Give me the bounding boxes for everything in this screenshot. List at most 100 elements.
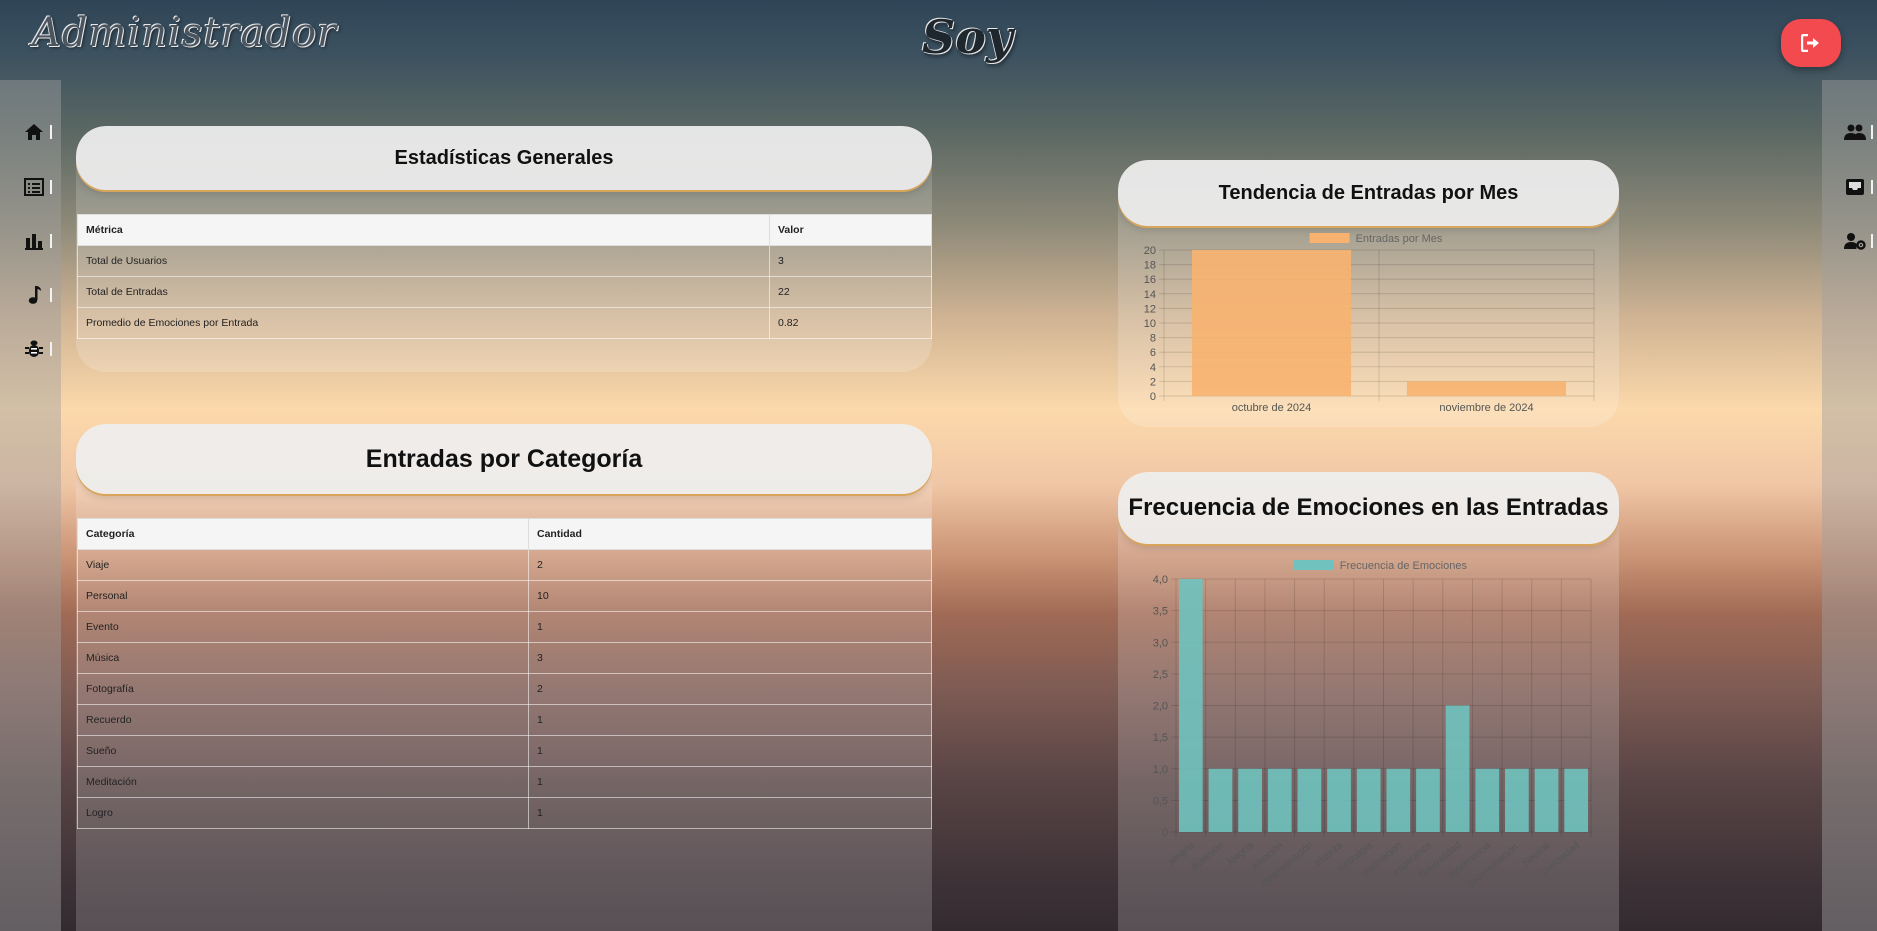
column-header: Valor [769,214,932,246]
category-cell: Sueño [77,735,529,767]
users-icon [1844,124,1866,140]
bar [1386,768,1411,832]
count-cell: 1 [528,735,932,767]
bar [1327,768,1351,832]
right-sidebar [1822,80,1877,931]
bar [1445,705,1470,832]
count-cell: 1 [528,797,932,829]
y-tick-label: 10 [1144,318,1156,330]
music-note-icon [28,286,41,304]
table-row: Música 3 [77,642,932,674]
category-cell: Evento [77,611,529,643]
brand-logo: Administrador [32,10,338,56]
table-row: Total de Usuarios 3 [77,245,932,277]
table-row: Evento 1 [77,611,932,643]
category-card: Entradas por Categoría Categoría Cantida… [76,424,932,931]
monthly-trend-chart: Entradas por Mes 0 2 4 6 8 10 12 14 16 18 20 octubre… [1144,233,1595,414]
nav-bug-reports[interactable] [16,331,52,367]
general-stats-table: Métrica Valor Total de Usuarios 3 Total d… [77,214,932,339]
table-row: Recuerdo 1 [77,704,932,736]
monthly-trend-title: Tendencia de Entradas por Mes [1118,160,1619,226]
legend-swatch [1309,233,1350,243]
column-header: Métrica [77,214,770,246]
y-tick-label: 0,5 [1153,795,1168,807]
category-cell: Personal [77,580,529,612]
emotions-chart: Frecuencia de Emociones 0 0,5 1,0 1,5 2,0 2,5 3… [1153,560,1592,890]
y-tick-label: 12 [1144,303,1156,315]
nav-statistics[interactable] [16,223,52,259]
y-tick-label: 18 [1144,260,1156,272]
category-cell: Recuerdo [77,704,529,736]
logout-button[interactable] [1781,19,1841,67]
y-tick-label: 8 [1150,333,1156,345]
logout-icon [1801,34,1819,52]
bar [1564,768,1589,832]
general-stats-card: Estadísticas Generales Métrica Valor Tot… [76,126,932,372]
x-tick-label: diversión [1189,840,1227,874]
y-tick-label: 1,0 [1153,764,1168,776]
table-row: Total de Entradas 22 [77,276,932,308]
category-cell: Viaje [77,549,529,581]
bar [1356,768,1381,832]
column-header: Categoría [77,518,529,550]
value-cell: 0.82 [769,307,932,339]
value-cell: 22 [769,276,932,308]
y-tick-label: 3,5 [1153,606,1168,618]
y-tick-label: 0 [1150,391,1156,403]
table-row: Promedio de Emociones por Entrada 0.82 [77,307,932,339]
bar [1406,381,1567,396]
center-logo: Soy [922,10,1013,64]
count-cell: 1 [528,704,932,736]
bar [1208,768,1233,832]
metric-cell: Promedio de Emociones por Entrada [77,307,770,339]
legend-label: Frecuencia de Emociones [1340,560,1468,572]
bar-chart-icon [25,234,43,250]
x-tick-label: noviembre de 2024 [1439,402,1533,414]
y-tick-label: 4,0 [1153,574,1168,586]
x-tick-label: octubre de 2024 [1232,402,1312,414]
table-row: Viaje 2 [77,549,932,581]
bar [1267,768,1292,832]
count-cell: 3 [528,642,932,674]
y-tick-label: 20 [1144,245,1156,257]
y-tick-label: 2 [1150,376,1156,388]
count-cell: 1 [528,611,932,643]
nav-user-settings[interactable] [1837,223,1873,259]
nav-home[interactable] [16,114,52,150]
user-settings-icon [1844,233,1866,250]
table-row: Meditación 1 [77,766,932,798]
table-header-row: Categoría Cantidad [77,518,932,550]
y-tick-label: 6 [1150,347,1156,359]
table-header-row: Métrica Valor [77,214,932,246]
nav-entries-list[interactable] [16,169,52,205]
emotions-title: Frecuencia de Emociones en las Entradas [1118,472,1619,544]
y-tick-label: 2,5 [1153,669,1168,681]
inbox-icon [1846,179,1864,195]
category-title: Entradas por Categoría [76,424,932,494]
emotions-card: Frecuencia de Emociones en las Entradas … [1118,472,1619,931]
y-tick-label: 16 [1144,274,1156,286]
bar [1416,768,1440,832]
y-tick-label: 2,0 [1153,701,1168,713]
general-stats-title: Estadísticas Generales [76,126,932,190]
bar [1534,768,1559,832]
table-row: Fotografía 2 [77,673,932,705]
y-tick-label: 0 [1162,827,1168,839]
nav-music[interactable] [16,277,52,313]
category-cell: Logro [77,797,529,829]
bar [1238,768,1262,832]
bar [1191,250,1352,396]
legend-label: Entradas por Mes [1356,233,1443,245]
y-tick-label: 3,0 [1153,637,1168,649]
bar [1475,768,1500,832]
nav-inbox[interactable] [1837,169,1873,205]
count-cell: 2 [528,673,932,705]
column-header: Cantidad [528,518,932,550]
count-cell: 2 [528,549,932,581]
table-row: Logro 1 [77,797,932,829]
bar [1505,768,1529,832]
table-row: Sueño 1 [77,735,932,767]
nav-users[interactable] [1837,114,1873,150]
left-sidebar [0,80,61,931]
metric-cell: Total de Usuarios [77,245,770,277]
